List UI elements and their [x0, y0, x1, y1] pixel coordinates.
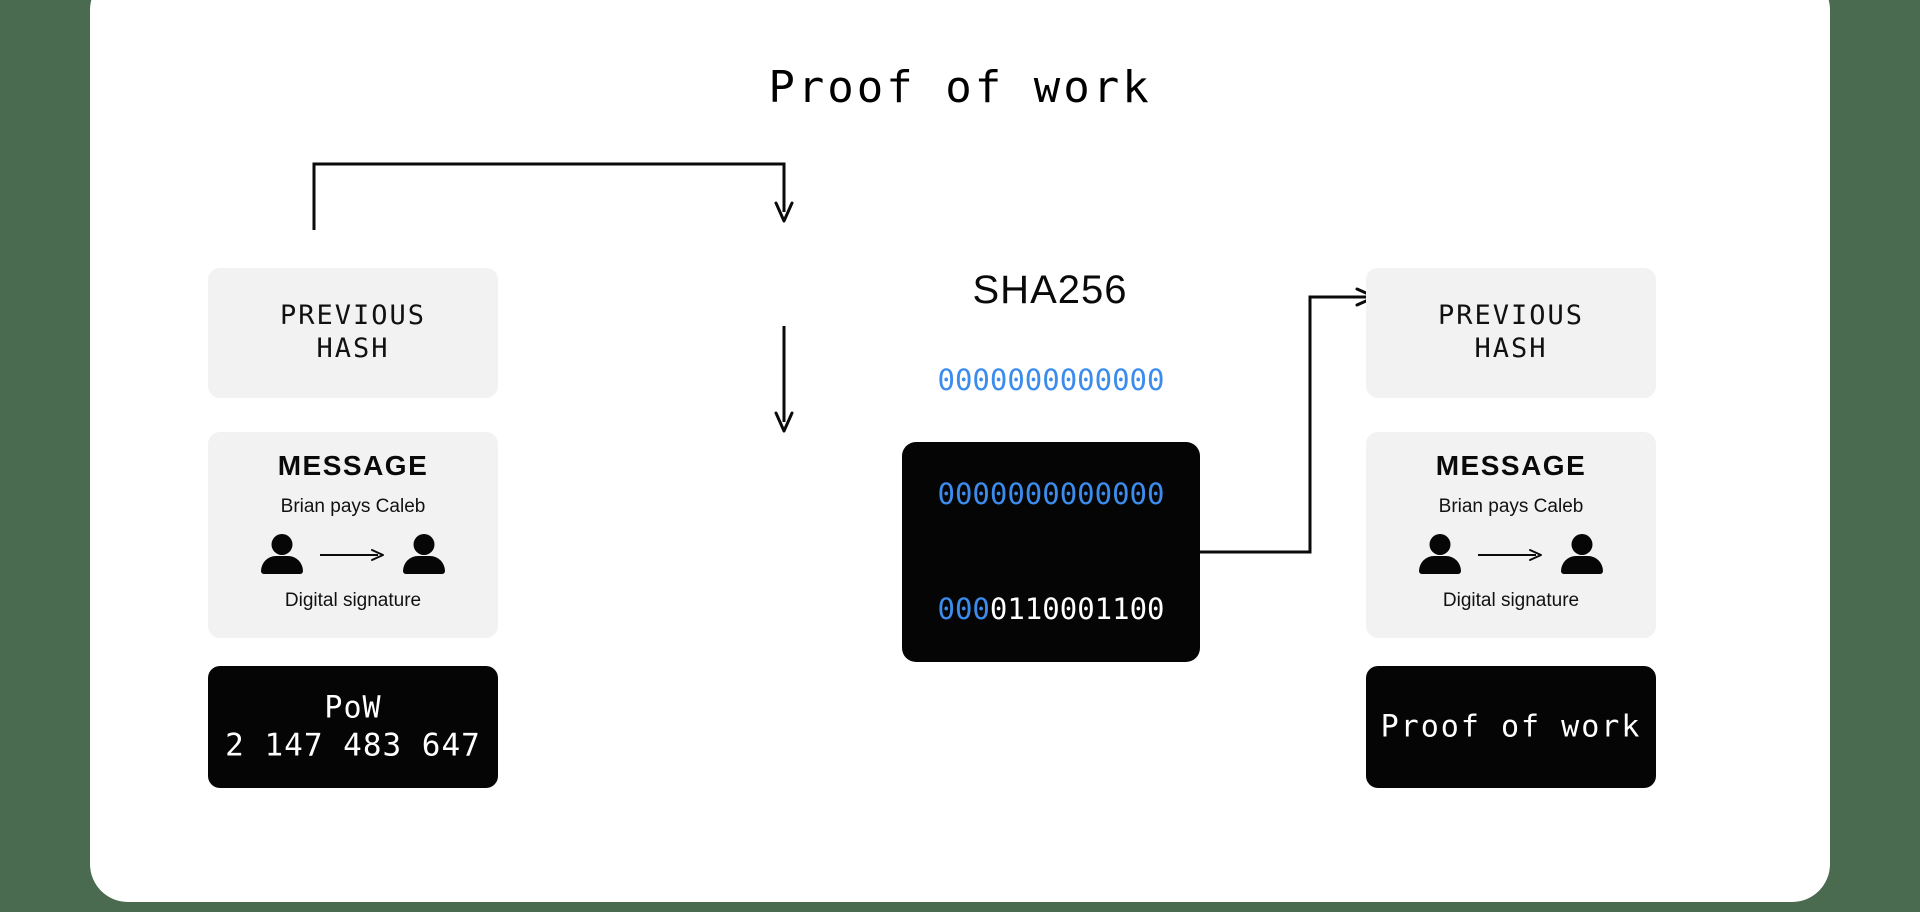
left-previous-hash-box: PREVIOUS HASH [208, 268, 498, 398]
right-message-signature-label: Digital signature [1442, 590, 1580, 611]
left-message-transfer-graphic [260, 534, 446, 576]
person-icon [402, 534, 446, 576]
hash-line: 0000110001100 [902, 590, 1200, 628]
hash-output-value: 0000000000000 0000000000000 000011000110… [902, 284, 1200, 820]
right-message-box: MESSAGE Brian pays Caleb Digital signatu… [1366, 432, 1656, 638]
left-previous-hash-label-line2: HASH [316, 333, 390, 364]
left-previous-hash-label-line1: PREVIOUS [279, 300, 427, 332]
hash-line: 0000000000000 [902, 361, 1200, 399]
person-icon [1560, 534, 1604, 576]
arrow-right-icon [1478, 549, 1542, 561]
left-pow-box: PoW 2 147 483 647 [208, 666, 498, 788]
right-pow-box: Proof of work [1366, 666, 1656, 788]
right-previous-hash-box: PREVIOUS HASH [1366, 268, 1656, 398]
left-message-box: MESSAGE Brian pays Caleb Digital signatu… [208, 432, 498, 638]
hash-remainder: 111010101100. [937, 707, 1165, 742]
right-previous-hash-label-line2: HASH [1474, 333, 1548, 364]
arrow-right-icon [320, 549, 384, 561]
right-message-title: MESSAGE [1435, 450, 1587, 481]
left-pow-value: 2 147 483 647 [225, 727, 481, 764]
left-message-title: MESSAGE [277, 450, 429, 481]
hash-leading-zeros: 0000000000000 [937, 477, 1165, 512]
hash-output-box: 0000000000000 0000000000000 000011000110… [902, 363, 1200, 741]
elbow-arrow-down-icon [312, 162, 794, 230]
left-pow-title: PoW [324, 690, 382, 726]
hash-leading-zeros: 000 [937, 592, 990, 627]
right-message-transfer-graphic [1418, 534, 1604, 576]
right-message-subtitle: Brian pays Caleb [1438, 496, 1584, 517]
diagram-card: Proof of work PREVIOUS HASH MESSAGE Bria… [90, 0, 1830, 902]
person-icon [1418, 534, 1462, 576]
right-pow-label: Proof of work [1380, 709, 1642, 745]
arrow-down-icon [774, 326, 794, 433]
hash-leading-zeros: 0000000000000 [937, 362, 1165, 397]
right-previous-hash-label-line1: PREVIOUS [1437, 300, 1585, 332]
hash-line: 111010101100. [902, 705, 1200, 743]
hash-remainder: 0110001100 [989, 592, 1165, 627]
left-message-subtitle: Brian pays Caleb [280, 496, 426, 517]
left-message-signature-label: Digital signature [284, 590, 422, 611]
hash-line: 0000000000000 [902, 475, 1200, 513]
person-icon [260, 534, 304, 576]
